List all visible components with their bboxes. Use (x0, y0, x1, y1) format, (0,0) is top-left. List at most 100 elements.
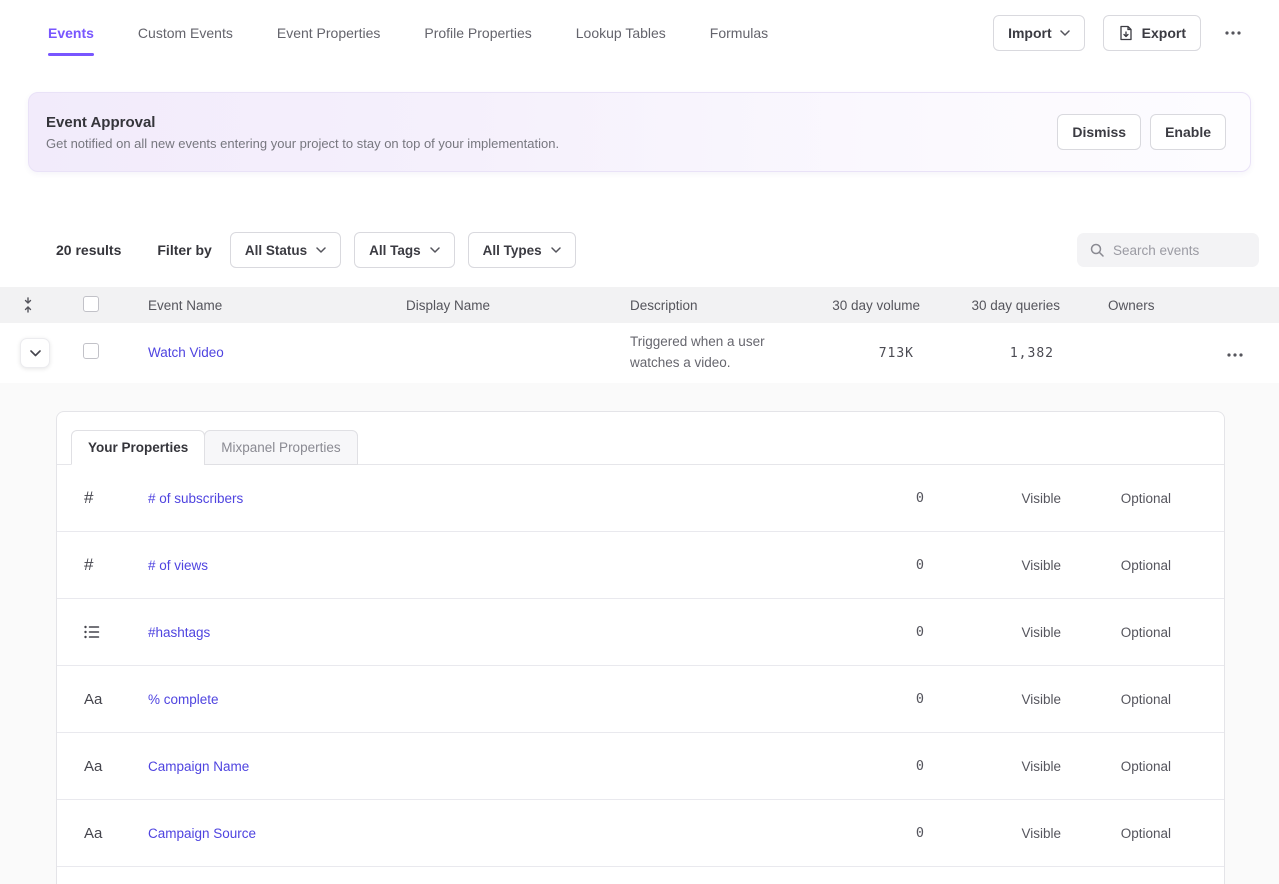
property-volume: 0 (831, 758, 931, 774)
property-visibility: Visible (931, 491, 1061, 506)
banner-text: Event Approval Get notified on all new e… (46, 114, 559, 151)
search-icon (1089, 242, 1105, 258)
event-description: Triggered when a user watches a video. (630, 332, 820, 374)
property-requirement: Optional (1061, 692, 1171, 707)
event-approval-banner: Event Approval Get notified on all new e… (28, 92, 1251, 172)
tab-custom-events[interactable]: Custom Events (138, 25, 233, 41)
banner-actions: Dismiss Enable (1057, 114, 1226, 150)
select-all-checkbox[interactable] (83, 296, 99, 312)
text-icon: Aa (84, 758, 148, 775)
nav-tabs: Events Custom Events Event Properties Pr… (48, 0, 768, 66)
tab-event-properties[interactable]: Event Properties (277, 25, 381, 41)
column-header-description: Description (630, 298, 820, 313)
tags-filter-dropdown[interactable]: All Tags (354, 232, 455, 268)
property-visibility: Visible (931, 692, 1061, 707)
export-button-label: Export (1142, 25, 1186, 41)
table-header-row: Event Name Display Name Description 30 d… (0, 287, 1279, 323)
properties-panel-tabs: Your Properties Mixpanel Properties (57, 412, 1224, 465)
dismiss-button[interactable]: Dismiss (1057, 114, 1141, 150)
enable-button[interactable]: Enable (1150, 114, 1226, 150)
property-visibility: Visible (931, 759, 1061, 774)
collapse-all-icon (22, 297, 34, 313)
collapse-row-button[interactable] (20, 338, 50, 368)
column-header-event-name: Event Name (148, 298, 406, 313)
property-name-link[interactable]: # of views (148, 558, 831, 573)
ellipsis-icon (1227, 353, 1243, 357)
search-box[interactable] (1077, 233, 1259, 267)
event-name-link[interactable]: Watch Video (148, 345, 224, 360)
text-icon: Aa (84, 691, 148, 708)
property-requirement: Optional (1061, 625, 1171, 640)
chevron-down-icon (430, 247, 440, 253)
tab-your-properties[interactable]: Your Properties (71, 430, 205, 465)
types-filter-dropdown[interactable]: All Types (468, 232, 576, 268)
import-button[interactable]: Import (993, 15, 1085, 51)
results-count: 20 results (56, 242, 121, 258)
text-icon: Aa (84, 825, 148, 842)
ellipsis-icon (1225, 31, 1241, 35)
top-nav: Events Custom Events Event Properties Pr… (0, 0, 1279, 66)
property-requirement: Optional (1061, 759, 1171, 774)
tab-events[interactable]: Events (48, 25, 94, 41)
chevron-down-icon (551, 247, 561, 253)
property-requirement: Optional (1061, 826, 1171, 841)
property-visibility: Visible (931, 625, 1061, 640)
property-row: #hashtags 0 Visible Optional (57, 599, 1224, 666)
column-header-queries: 30 day queries (920, 298, 1060, 313)
property-volume: 0 (831, 490, 931, 506)
import-button-label: Import (1008, 25, 1052, 41)
property-name-link[interactable]: # of subscribers (148, 491, 831, 506)
property-requirement: Optional (1061, 558, 1171, 573)
types-filter-label: All Types (483, 243, 542, 258)
tags-filter-label: All Tags (369, 243, 421, 258)
expanded-row-area: Your Properties Mixpanel Properties # # … (0, 383, 1279, 884)
hash-icon: # (84, 555, 148, 575)
property-row: Aa % complete 0 Visible Optional (57, 666, 1224, 733)
row-checkbox[interactable] (83, 343, 99, 359)
column-header-owners: Owners (1060, 298, 1190, 313)
chevron-down-icon (1060, 30, 1070, 36)
property-row: Aa Campaign Name 0 Visible Optional (57, 733, 1224, 800)
filter-by-label: Filter by (157, 242, 211, 258)
property-requirement: Optional (1061, 491, 1171, 506)
collapse-all-button[interactable] (20, 295, 36, 315)
event-queries: 1,382 (920, 346, 1060, 361)
property-visibility: Visible (931, 826, 1061, 841)
event-volume: 713K (820, 346, 920, 361)
export-button[interactable]: Export (1103, 15, 1201, 51)
property-name-link[interactable]: Campaign Source (148, 826, 831, 841)
list-icon (84, 625, 148, 639)
property-name-link[interactable]: % complete (148, 692, 831, 707)
tab-profile-properties[interactable]: Profile Properties (424, 25, 531, 41)
property-volume: 0 (831, 691, 931, 707)
tab-mixpanel-properties[interactable]: Mixpanel Properties (204, 430, 357, 465)
property-visibility: Visible (931, 558, 1061, 573)
property-name-link[interactable]: Campaign Name (148, 759, 831, 774)
banner-title: Event Approval (46, 114, 559, 131)
hash-icon: # (84, 488, 148, 508)
property-row: # # of subscribers 0 Visible Optional (57, 465, 1224, 532)
filter-bar: 20 results Filter by All Status All Tags… (0, 232, 1279, 268)
more-options-button[interactable] (1219, 25, 1247, 41)
property-row: Aa Campaign Source 0 Visible Optional (57, 800, 1224, 867)
properties-panel: Your Properties Mixpanel Properties # # … (56, 411, 1225, 884)
tab-lookup-tables[interactable]: Lookup Tables (576, 25, 666, 41)
property-volume: 0 (831, 557, 931, 573)
banner-description: Get notified on all new events entering … (46, 136, 559, 151)
tab-formulas[interactable]: Formulas (710, 25, 768, 41)
chevron-down-icon (316, 247, 326, 253)
column-header-volume: 30 day volume (820, 298, 920, 313)
search-input[interactable] (1113, 243, 1247, 258)
row-more-button[interactable] (1221, 347, 1249, 363)
status-filter-label: All Status (245, 243, 307, 258)
property-name-link[interactable]: #hashtags (148, 625, 831, 640)
property-row: # # of views 0 Visible Optional (57, 532, 1224, 599)
property-volume: 0 (831, 624, 931, 640)
status-filter-dropdown[interactable]: All Status (230, 232, 341, 268)
export-file-icon (1118, 25, 1134, 41)
column-header-display-name: Display Name (406, 298, 630, 313)
chevron-down-icon (30, 350, 41, 357)
property-volume: 0 (831, 825, 931, 841)
event-row: Watch Video Triggered when a user watche… (0, 323, 1279, 383)
nav-actions: Import Export (993, 15, 1247, 51)
